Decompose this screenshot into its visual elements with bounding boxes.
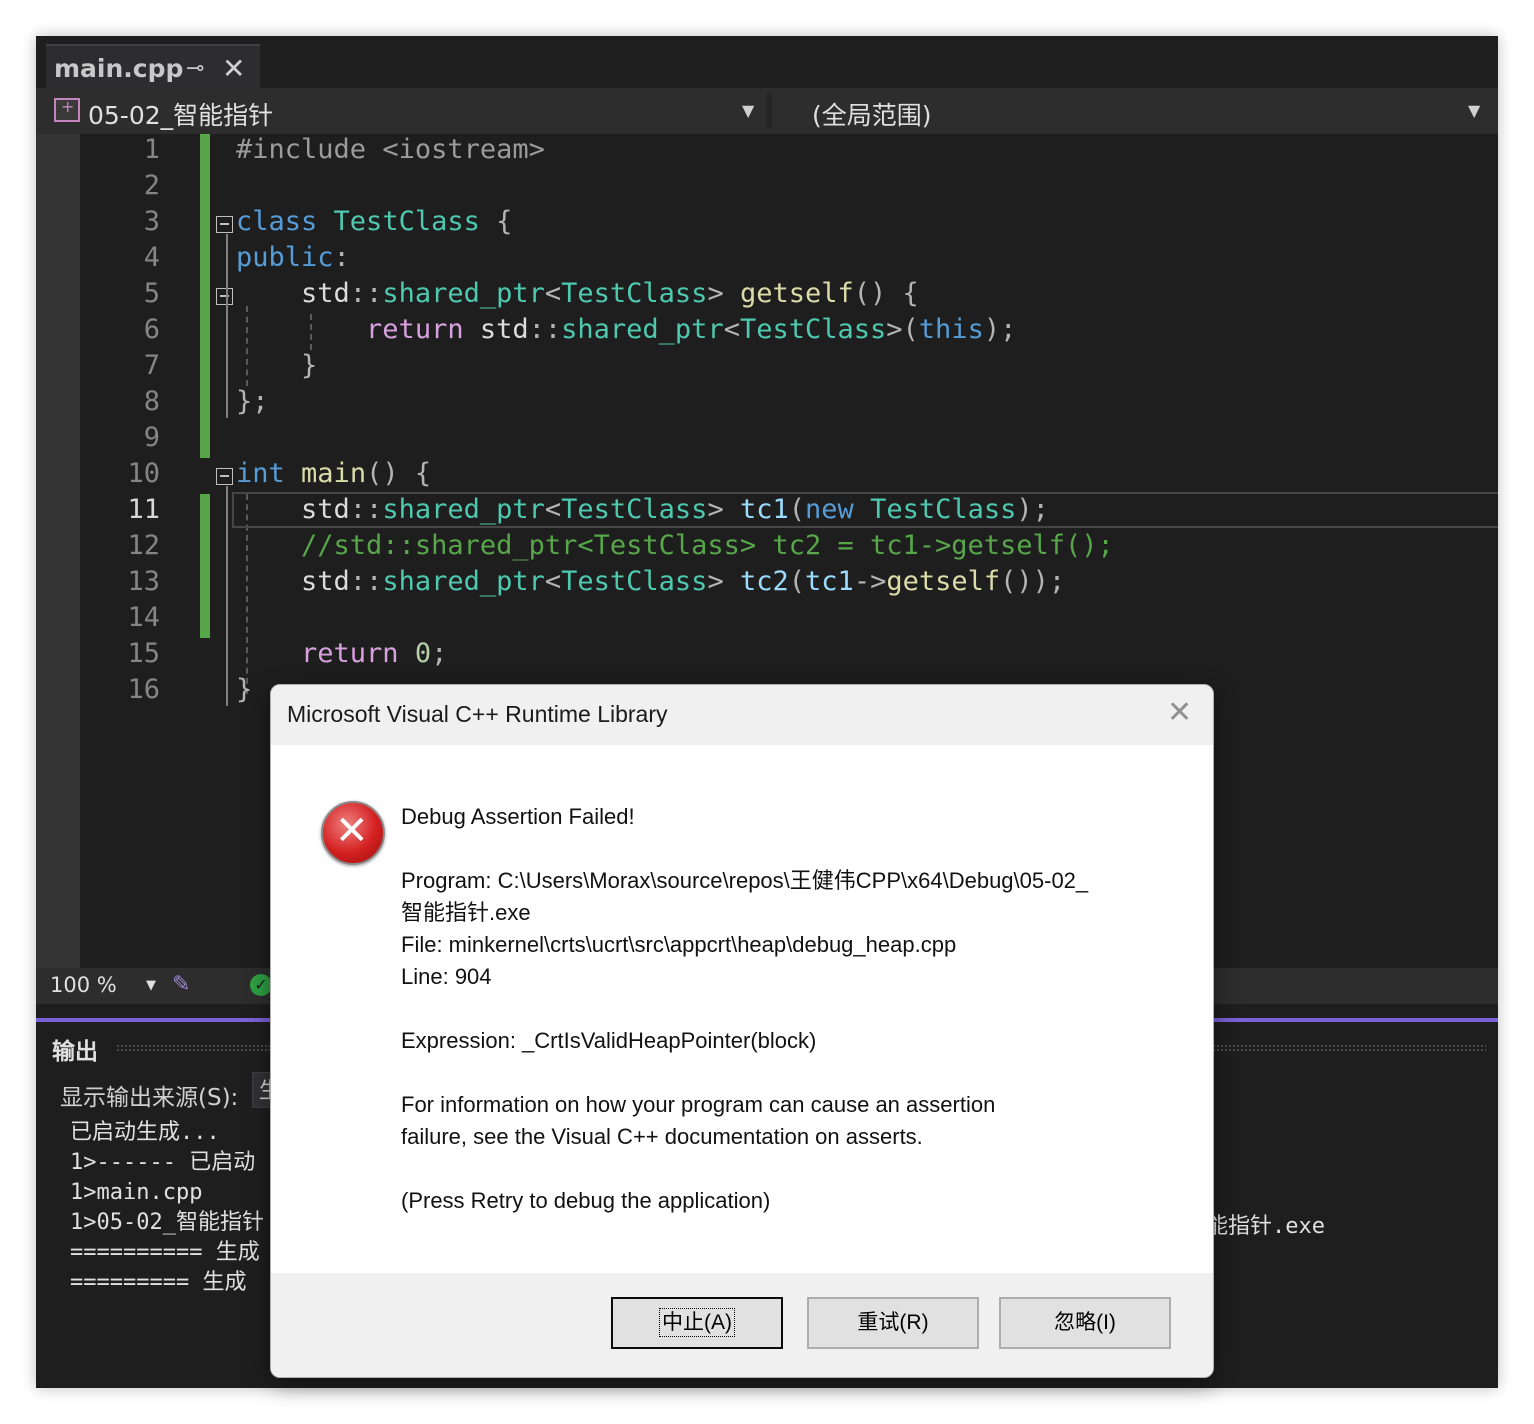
- divider: [766, 94, 772, 128]
- code-line: return 0;: [301, 638, 448, 669]
- dialog-title: Microsoft Visual C++ Runtime Library: [287, 701, 668, 727]
- output-line-tail: 能指针.exe: [1206, 1214, 1325, 1239]
- project-dropdown[interactable]: 05-02_智能指针: [88, 96, 273, 132]
- code-line: return std::shared_ptr<TestClass>(this);: [366, 314, 1017, 345]
- code-line: class TestClass {: [236, 206, 513, 237]
- line-number: 16: [127, 674, 160, 705]
- output-line: 已启动生成...: [70, 1120, 220, 1145]
- dialog-titlebar[interactable]: Microsoft Visual C++ Runtime Library ✕: [271, 685, 1213, 745]
- chevron-down-icon[interactable]: ▼: [146, 978, 156, 993]
- line-number: 7: [143, 350, 160, 381]
- program-path-line2: 智能指针.exe: [401, 900, 531, 925]
- code-line: std::shared_ptr<TestClass> tc2(tc1->gets…: [236, 566, 1066, 597]
- chevron-down-icon[interactable]: ▼: [1468, 101, 1480, 120]
- line-number: 5: [143, 278, 160, 309]
- close-icon[interactable]: ✕: [1167, 695, 1192, 730]
- output-text[interactable]: 已启动生成... 1>------ 已启动 1>main.cpp 1>05-02_智能…: [70, 1118, 264, 1298]
- code-line: };: [236, 386, 269, 417]
- output-title: 输出: [52, 1039, 98, 1065]
- info-text-line1: For information on how your program can …: [401, 1092, 996, 1117]
- line-number: 4: [143, 242, 160, 273]
- glyph-margin: [36, 134, 80, 968]
- tab-strip: main.cpp ⊸ ✕: [36, 36, 1498, 90]
- line-number: 1: [143, 134, 160, 165]
- line-number: 14: [127, 602, 160, 633]
- zoom-level[interactable]: 100 %: [50, 973, 117, 997]
- code-line: std::shared_ptr<TestClass> getself() {: [236, 278, 919, 309]
- line-number: 3: [143, 206, 160, 237]
- info-text-line2: failure, see the Visual C++ documentatio…: [401, 1124, 923, 1149]
- tab-title: main.cpp: [54, 54, 184, 83]
- code-line: }: [301, 350, 318, 381]
- code-line: std::shared_ptr<TestClass> tc1(new TestC…: [236, 494, 1049, 525]
- fold-guide: [226, 234, 228, 418]
- abort-button[interactable]: 中止(A): [611, 1297, 783, 1349]
- collapse-icon[interactable]: [216, 288, 233, 305]
- line-number: 10: [127, 458, 160, 489]
- line-number: 9: [143, 422, 160, 453]
- output-line: ========= 生成: [70, 1270, 247, 1295]
- retry-button-label: 重试(R): [857, 1311, 929, 1334]
- code-line: int main() {: [236, 458, 432, 489]
- chevron-down-icon[interactable]: ▼: [742, 101, 754, 120]
- retry-button[interactable]: 重试(R): [807, 1297, 979, 1349]
- no-issues-icon[interactable]: ✓: [250, 974, 272, 996]
- dialog-heading: Debug Assertion Failed!: [401, 804, 635, 829]
- line-number: 8: [143, 386, 160, 417]
- ignore-button-label: 忽略(I): [1054, 1311, 1116, 1334]
- output-line: 1>main.cpp: [70, 1180, 203, 1205]
- tab-main-cpp[interactable]: main.cpp ⊸ ✕: [46, 44, 260, 90]
- line-number: 2: [143, 170, 160, 201]
- scope-dropdown[interactable]: (全局范围): [812, 96, 932, 132]
- code-line: }: [236, 674, 253, 705]
- line-number-info: Line: 904: [401, 964, 492, 989]
- code-line: //std::shared_ptr<TestClass> tc2 = tc1->…: [301, 530, 1114, 561]
- close-icon[interactable]: ✕: [222, 52, 245, 85]
- error-icon: [321, 801, 385, 865]
- dialog-button-bar: 中止(A) 重试(R) 忽略(I): [271, 1273, 1213, 1377]
- code-line: #include <iostream>: [236, 134, 545, 165]
- output-line: 1>------ 已启动: [70, 1150, 256, 1175]
- retry-hint: (Press Retry to debug the application): [401, 1188, 771, 1213]
- output-line: ========== 生成: [70, 1240, 260, 1265]
- collapse-icon[interactable]: [216, 468, 233, 485]
- navigation-bar: 05-02_智能指针 ▼ (全局范围) ▼: [36, 88, 1498, 134]
- abort-button-label: 中止(A): [659, 1308, 735, 1337]
- line-number: 13: [127, 566, 160, 597]
- pin-icon[interactable]: ⊸: [186, 56, 204, 81]
- project-icon: [54, 97, 80, 122]
- expression: Expression: _CrtIsValidHeapPointer(block…: [401, 1028, 817, 1053]
- fold-guide: [226, 486, 228, 706]
- line-number: 6: [143, 314, 160, 345]
- code-line: public:: [236, 242, 350, 273]
- line-number-current: 11: [127, 494, 160, 525]
- assertion-dialog: Microsoft Visual C++ Runtime Library ✕ D…: [270, 684, 1214, 1378]
- change-indicator: [200, 134, 210, 458]
- code-cleanup-icon[interactable]: ✎: [172, 972, 190, 997]
- output-source-label: 显示输出来源(S):: [60, 1085, 239, 1111]
- ignore-button[interactable]: 忽略(I): [999, 1297, 1171, 1349]
- line-number: 12: [127, 530, 160, 561]
- file-path: File: minkernel\crts\ucrt\src\appcrt\hea…: [401, 932, 957, 957]
- collapse-icon[interactable]: [216, 216, 233, 233]
- program-path-line1: Program: C:\Users\Morax\source\repos\王健伟…: [401, 868, 1089, 893]
- output-line: 1>05-02_智能指针: [70, 1210, 264, 1235]
- line-number: 15: [127, 638, 160, 669]
- change-indicator: [200, 494, 210, 638]
